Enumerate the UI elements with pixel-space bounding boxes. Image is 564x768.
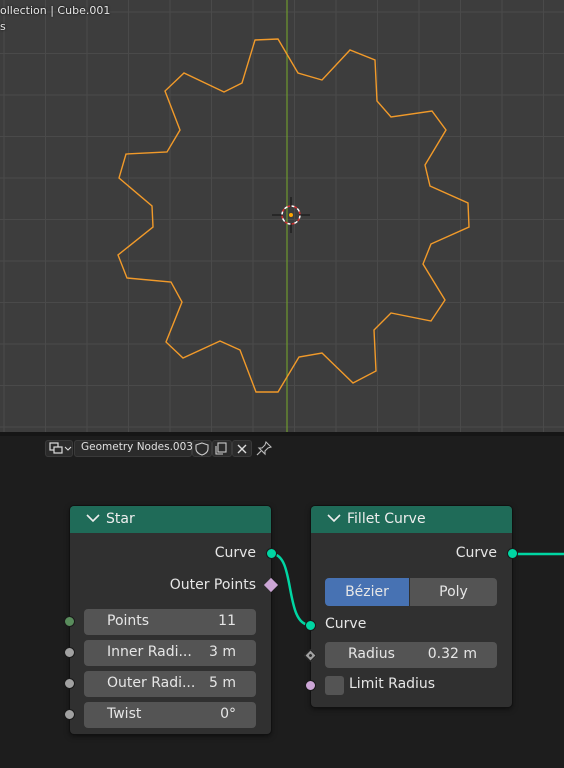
radius-label: Radius bbox=[348, 646, 395, 662]
fillet-curve-node[interactable]: Fillet Curve Curve Bézier Poly Curve Rad… bbox=[311, 506, 512, 707]
fillet-input-curve-label: Curve bbox=[325, 616, 367, 632]
star-curve-output-socket[interactable] bbox=[266, 548, 277, 559]
node-editor[interactable]: Geometry Nodes.003 Star Curve Outer Poin… bbox=[0, 436, 564, 768]
3d-cursor-icon bbox=[272, 197, 310, 233]
mode-poly-button[interactable]: Poly bbox=[410, 578, 497, 606]
limit-radius-checkbox[interactable] bbox=[325, 676, 344, 695]
inner-radius-input-socket[interactable] bbox=[64, 647, 75, 658]
node-editor-header: Geometry Nodes.003 bbox=[0, 436, 564, 462]
fillet-curve-output-socket[interactable] bbox=[507, 548, 518, 559]
duplicate-button[interactable] bbox=[212, 440, 232, 457]
viewport-collection-label: ollection | Cube.001 bbox=[0, 4, 111, 17]
outer-radius-label: Outer Radi... bbox=[107, 675, 196, 691]
star-node[interactable]: Star Curve Outer Points Points 11 Inner … bbox=[70, 506, 271, 734]
twist-value: 0° bbox=[220, 706, 236, 722]
limit-radius-input-socket[interactable] bbox=[305, 680, 316, 691]
star-output-curve-label: Curve bbox=[214, 545, 256, 561]
fake-user-button[interactable] bbox=[192, 440, 212, 457]
fillet-curve-node-header[interactable]: Fillet Curve bbox=[311, 506, 512, 533]
3d-viewport[interactable]: ollection | Cube.001 s bbox=[0, 0, 564, 432]
outer-radius-input-socket[interactable] bbox=[64, 678, 75, 689]
points-field[interactable]: Points 11 bbox=[84, 609, 256, 635]
star-node-header[interactable]: Star bbox=[70, 506, 271, 533]
limit-radius-label: Limit Radius bbox=[349, 676, 436, 692]
duplicate-icon bbox=[215, 442, 227, 455]
outer-radius-value: 5 m bbox=[209, 675, 236, 691]
pin-icon[interactable] bbox=[255, 440, 275, 458]
fillet-output-curve-label: Curve bbox=[455, 545, 497, 561]
fillet-curve-input-socket[interactable] bbox=[305, 620, 316, 631]
viewport-canvas bbox=[0, 0, 564, 432]
close-icon bbox=[237, 444, 247, 454]
star-output-outer-points-label: Outer Points bbox=[169, 577, 256, 593]
inner-radius-label: Inner Radi... bbox=[107, 644, 192, 660]
inner-radius-value: 3 m bbox=[209, 644, 236, 660]
twist-field[interactable]: Twist 0° bbox=[84, 702, 256, 728]
link-star-to-fillet bbox=[271, 552, 311, 627]
star-node-title: Star bbox=[106, 511, 135, 527]
radius-field[interactable]: Radius 0.32 m bbox=[325, 642, 497, 668]
node-editor-icon bbox=[49, 442, 72, 454]
shield-icon bbox=[195, 442, 209, 456]
viewport-info-text: s bbox=[0, 20, 6, 33]
chevron-down-icon[interactable] bbox=[327, 513, 341, 523]
chevron-down-icon[interactable] bbox=[86, 513, 100, 523]
radius-value: 0.32 m bbox=[427, 646, 477, 662]
unlink-button[interactable] bbox=[232, 440, 252, 457]
points-label: Points bbox=[107, 613, 150, 629]
inner-radius-field[interactable]: Inner Radi... 3 m bbox=[84, 640, 256, 666]
fillet-curve-node-title: Fillet Curve bbox=[347, 511, 426, 527]
star-curve-outline bbox=[117, 38, 470, 393]
twist-label: Twist bbox=[107, 706, 142, 722]
mode-bezier-button[interactable]: Bézier bbox=[325, 578, 409, 606]
node-tree-name: Geometry Nodes.003 bbox=[81, 441, 193, 453]
editor-type-selector[interactable] bbox=[45, 440, 73, 457]
twist-input-socket[interactable] bbox=[64, 709, 75, 720]
points-value: 11 bbox=[218, 613, 236, 629]
points-input-socket[interactable] bbox=[64, 616, 75, 627]
outer-radius-field[interactable]: Outer Radi... 5 m bbox=[84, 671, 256, 697]
